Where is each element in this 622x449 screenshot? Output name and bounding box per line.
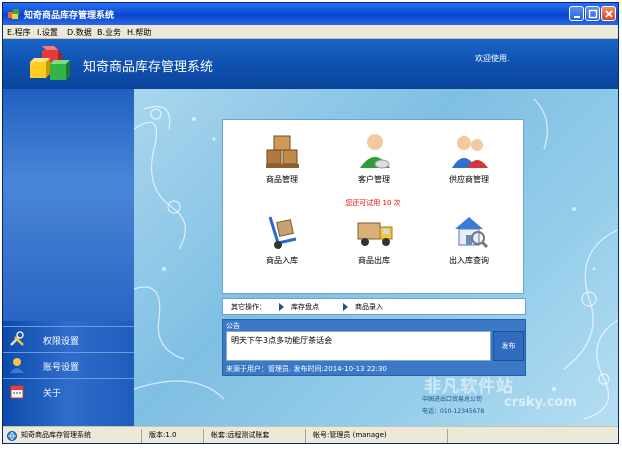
sidebar-panel <box>3 89 134 321</box>
announcement-panel: 公告 明天下午3点多功能厅茶话会 发布 来源于用户：管理员. 发布时间:2014… <box>222 319 526 376</box>
maximize-icon <box>588 9 598 19</box>
main-area: 商品管理 客户管理 供应商管理 商品入库 商品出库 出入库查询 您还可试用 10… <box>134 89 618 426</box>
customer-icon <box>360 134 390 169</box>
tile-label: 商品管理 <box>266 175 298 184</box>
menu-business[interactable]: B.业务 <box>97 27 121 38</box>
minimize-button[interactable] <box>569 6 584 21</box>
menu-data[interactable]: D.数据 <box>67 27 92 38</box>
app-logo-icon <box>8 9 19 19</box>
status-separator <box>141 429 142 443</box>
announcement-header: 公告 <box>226 322 240 330</box>
header-banner: 知奇商品库存管理系统 欢迎使用. <box>3 39 618 89</box>
publish-button[interactable]: 发布 <box>493 331 524 361</box>
link-product-entry[interactable]: 商品录入 <box>355 302 383 312</box>
other-operations-label: 其它操作： <box>231 303 266 311</box>
arrow-icon <box>279 303 284 311</box>
globe-icon <box>7 431 17 441</box>
status-separator <box>203 429 204 443</box>
truck-icon <box>357 222 393 246</box>
status-version: 版本:1.0 <box>149 431 177 439</box>
tile-inventory-query[interactable]: 出入库查询 <box>429 213 509 273</box>
sidebar-item-about[interactable]: 关于 <box>3 378 134 404</box>
house-search-icon <box>455 217 489 249</box>
tile-customer-management[interactable]: 客户管理 <box>334 132 414 192</box>
tile-label: 供应商管理 <box>449 175 489 184</box>
other-operations-bar: 其它操作： 库存盘点 商品录入 <box>222 298 526 315</box>
status-separator <box>447 429 448 443</box>
calendar-icon <box>10 385 24 399</box>
status-app-name: 知奇商品库存管理系统 <box>21 431 91 439</box>
sidebar-item-account[interactable]: 账号设置 <box>3 352 134 378</box>
cubes-logo-icon <box>30 46 70 80</box>
user-icon <box>10 358 24 373</box>
status-bar: 知奇商品库存管理系统 版本:1.0 帐套:远程测试账套 帐号:管理员 (mana… <box>3 426 618 443</box>
tile-product-management[interactable]: 商品管理 <box>242 132 322 192</box>
sidebar: 权限设置 账号设置 关于 <box>3 89 134 426</box>
welcome-text: 欢迎使用. <box>475 54 510 63</box>
tile-stock-in[interactable]: 商品入库 <box>242 213 322 273</box>
supplier-icon <box>452 136 488 168</box>
tile-label: 出入库查询 <box>449 256 489 265</box>
title-bar[interactable]: 知奇商品库存管理系统 <box>3 3 618 25</box>
announcement-text: 明天下午3点多功能厅茶话会 <box>231 336 333 345</box>
announcement-content-box[interactable]: 明天下午3点多功能厅茶话会 <box>226 331 491 361</box>
watermark-url: crsky.com <box>504 395 577 410</box>
app-title: 知奇商品库存管理系统 <box>83 60 214 75</box>
link-inventory-check[interactable]: 库存盘点 <box>291 302 319 312</box>
function-panel: 商品管理 客户管理 供应商管理 商品入库 商品出库 出入库查询 您还可试用 10… <box>222 119 524 294</box>
menu-program[interactable]: E.程序 <box>7 27 31 38</box>
boxes-icon <box>266 135 299 168</box>
window-title: 知奇商品库存管理系统 <box>24 11 115 21</box>
menu-bar: E.程序 I.设置 D.数据 B.业务 H.帮助 <box>3 25 618 39</box>
menu-help[interactable]: H.帮助 <box>127 27 151 38</box>
minimize-icon <box>574 16 580 18</box>
close-icon <box>605 10 613 18</box>
status-account-set: 帐套:远程测试账套 <box>211 431 270 439</box>
announcement-footer: 来源于用户：管理员. 发布时间:2014-10-13 22:30 <box>226 365 387 373</box>
app-window: 知奇商品库存管理系统 E.程序 I.设置 D.数据 B.业务 H.帮助 知奇商品… <box>2 2 619 444</box>
tools-icon <box>10 331 24 346</box>
sidebar-item-permissions[interactable]: 权限设置 <box>3 326 134 352</box>
trial-notice: 您还可试用 10 次 <box>345 199 401 207</box>
menu-settings[interactable]: I.设置 <box>37 27 58 38</box>
maximize-button[interactable] <box>585 6 600 21</box>
tile-label: 商品出库 <box>358 256 390 265</box>
tile-label: 商品入库 <box>266 256 298 265</box>
tile-label: 客户管理 <box>358 175 390 184</box>
status-account: 帐号:管理员 (manage) <box>313 431 387 439</box>
sidebar-item-label: 账号设置 <box>43 363 80 373</box>
close-button[interactable] <box>601 6 616 21</box>
tile-supplier-management[interactable]: 供应商管理 <box>429 132 509 192</box>
tile-stock-out[interactable]: 商品出库 <box>334 213 414 273</box>
handtruck-icon <box>268 216 297 249</box>
status-separator <box>305 429 306 443</box>
company-name: 中国进出口贸易总公司 <box>422 396 483 403</box>
arrow-icon <box>343 303 348 311</box>
company-phone: 电话：010-12345678 <box>422 408 485 415</box>
sidebar-item-label: 关于 <box>43 389 62 399</box>
sidebar-item-label: 权限设置 <box>43 337 80 347</box>
